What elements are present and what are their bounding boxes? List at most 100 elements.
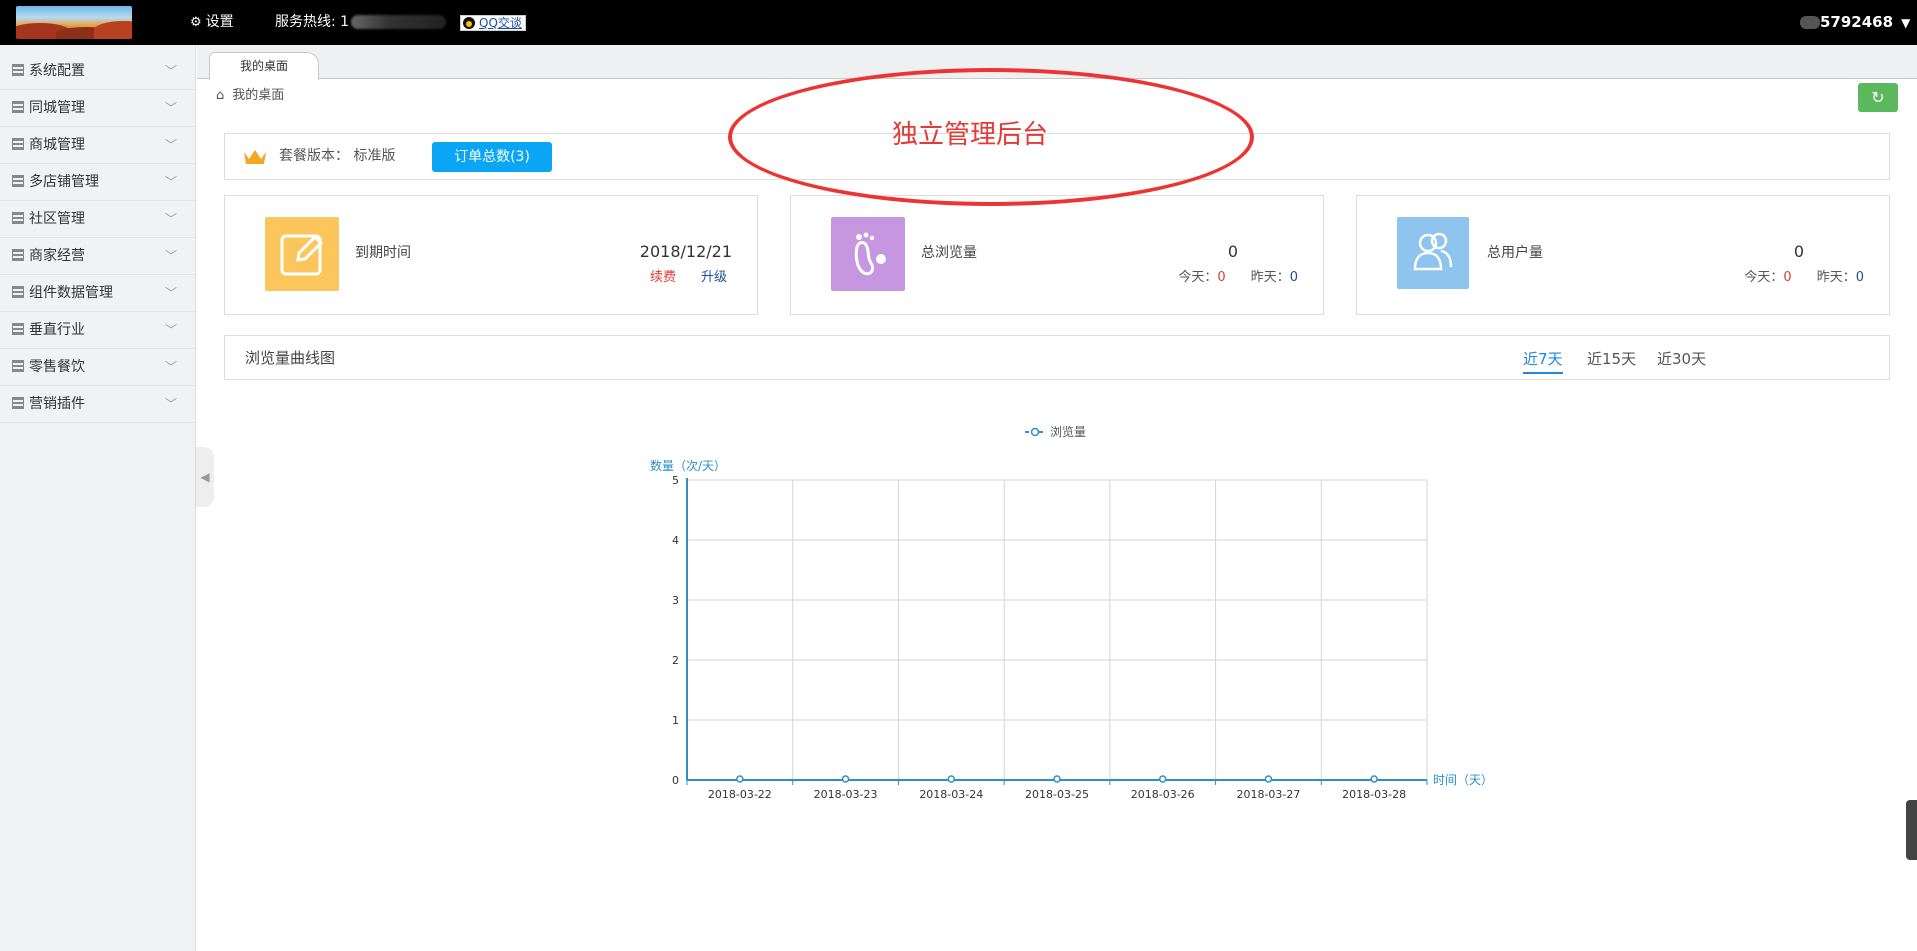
- sidebar-item[interactable]: 组件数据管理 ﹀: [0, 275, 195, 312]
- sidebar-item-label: 同城管理: [29, 100, 85, 116]
- document-icon: [12, 323, 24, 335]
- renew-link[interactable]: 续费: [650, 270, 676, 285]
- breadcrumb: ⌂ 我的桌面: [216, 85, 284, 107]
- x-tick-label: 2018-03-24: [919, 788, 983, 801]
- order-total-button[interactable]: 订单总数(3): [432, 142, 552, 172]
- document-icon: [12, 175, 24, 187]
- chevron-down-icon: ﹀: [164, 101, 177, 115]
- package-version: 套餐版本： 标准版: [279, 148, 396, 164]
- chevron-left-icon: ◀: [200, 470, 210, 484]
- qq-chat-link[interactable]: QQ交谈: [460, 15, 526, 31]
- chevron-down-icon: ﹀: [164, 286, 177, 300]
- refresh-icon: ↻: [1871, 88, 1885, 107]
- site-logo[interactable]: [16, 6, 132, 39]
- qq-penguin-icon: [463, 17, 475, 29]
- document-icon: [12, 212, 24, 224]
- legend-marker: [1030, 427, 1040, 437]
- sidebar-item-label: 多店铺管理: [29, 174, 99, 190]
- views-line-chart: 浏览量数量（次/天） 0 1 2 3 4 5 2018-03-22 2018-03-23 2018…: [650, 424, 1493, 801]
- sidebar-item[interactable]: 零售餐饮 ﹀: [0, 349, 195, 386]
- sidebar-item-label: 商城管理: [29, 137, 85, 153]
- refresh-button[interactable]: ↻: [1858, 83, 1898, 112]
- document-icon: [12, 249, 24, 261]
- chevron-down-icon: ﹀: [164, 138, 177, 152]
- card-users: 总用户量 0 今天：0 昨天：0: [1356, 195, 1890, 315]
- y-tick-label: 2: [672, 654, 679, 667]
- sidebar-item[interactable]: 社区管理 ﹀: [0, 201, 195, 238]
- data-point: [1053, 775, 1061, 783]
- y-tick-label: 1: [672, 714, 679, 727]
- card-views: 总浏览量 0 今天：0 昨天：0: [790, 195, 1324, 315]
- sidebar-item[interactable]: 营销插件 ﹀: [0, 386, 195, 423]
- chevron-down-icon: ﹀: [164, 175, 177, 189]
- service-hotline: 服务热线: 1: [275, 0, 447, 45]
- users-breakdown: 今天：0 昨天：0: [1744, 270, 1864, 285]
- sidebar: 系统配置 ﹀ 同城管理 ﹀ 商城管理 ﹀ 多店铺管理 ﹀ 社区管理 ﹀ 商家经营 ﹀ 组件数据管理 ﹀ 垂直…: [0, 45, 196, 951]
- user-menu[interactable]: 5792468 ▼: [1800, 0, 1910, 45]
- crown-icon: [244, 150, 266, 164]
- sidebar-collapse-handle[interactable]: ◀: [196, 447, 214, 507]
- y-tick-label: 4: [672, 534, 679, 547]
- redacted-phone: [351, 15, 447, 29]
- chevron-down-icon: ﹀: [164, 397, 177, 411]
- edit-icon: [265, 217, 339, 291]
- expiry-date: 2018/12/21: [639, 242, 732, 261]
- x-tick-label: 2018-03-23: [814, 788, 878, 801]
- chevron-down-icon: ﹀: [164, 249, 177, 263]
- y-axis-label: 数量（次/天）: [650, 458, 726, 473]
- upgrade-link[interactable]: 升级: [701, 270, 727, 285]
- sidebar-item-label: 社区管理: [29, 211, 85, 227]
- data-point: [1370, 775, 1378, 783]
- users-title: 总用户量: [1487, 245, 1543, 261]
- range-30-days[interactable]: 近30天: [1657, 348, 1706, 369]
- sidebar-item[interactable]: 商城管理 ﹀: [0, 127, 195, 164]
- sidebar-item-label: 商家经营: [29, 248, 85, 264]
- chart-section-title: 浏览量曲线图: [245, 349, 336, 367]
- data-point: [947, 775, 956, 783]
- data-point: [736, 775, 744, 783]
- x-tick-label: 2018-03-28: [1342, 788, 1406, 801]
- chevron-down-icon: ﹀: [164, 323, 177, 337]
- range-7-days[interactable]: 近7天: [1523, 348, 1563, 374]
- users-today: 0: [1783, 270, 1792, 285]
- card-expiry: 到期时间 2018/12/21 续费 升级: [224, 195, 758, 315]
- data-point: [841, 775, 850, 783]
- scrollbar-handle[interactable]: [1906, 800, 1917, 860]
- home-icon: ⌂: [216, 88, 225, 103]
- sidebar-item-label: 组件数据管理: [29, 285, 113, 301]
- views-today: 0: [1217, 270, 1226, 285]
- settings-link[interactable]: ⚙ 设置: [190, 0, 234, 45]
- document-icon: [12, 360, 24, 372]
- sidebar-item-label: 营销插件: [29, 396, 85, 412]
- expiry-title: 到期时间: [355, 245, 411, 261]
- sidebar-item[interactable]: 系统配置 ﹀: [0, 53, 195, 90]
- x-tick-label: 2018-03-22: [708, 788, 772, 801]
- legend-label: 浏览量: [1050, 424, 1086, 439]
- sidebar-item[interactable]: 商家经营 ﹀: [0, 238, 195, 275]
- sidebar-item-label: 垂直行业: [29, 322, 85, 338]
- chevron-down-icon: ﹀: [164, 64, 177, 78]
- users-total: 0: [1793, 242, 1804, 261]
- sidebar-item[interactable]: 多店铺管理 ﹀: [0, 164, 195, 201]
- top-bar: ⚙ 设置 服务热线: 1 QQ交谈 5792468 ▼: [0, 0, 1917, 45]
- chart-header: 浏览量曲线图 近7天 近15天 近30天: [224, 335, 1890, 380]
- footprint-icon: [831, 217, 905, 291]
- document-icon: [12, 64, 24, 76]
- x-tick-label: 2018-03-26: [1131, 788, 1195, 801]
- users-yesterday: 0: [1855, 270, 1864, 285]
- document-icon: [12, 286, 24, 298]
- x-axis-label: 时间（天）: [1433, 773, 1493, 787]
- sidebar-item[interactable]: 垂直行业 ﹀: [0, 312, 195, 349]
- data-point: [1158, 775, 1167, 783]
- views-breakdown: 今天：0 昨天：0: [1178, 270, 1298, 285]
- redacted-username: [1800, 16, 1820, 29]
- document-icon: [12, 397, 24, 409]
- gear-icon: ⚙: [190, 15, 202, 30]
- x-tick-label: 2018-03-27: [1236, 788, 1300, 801]
- range-15-days[interactable]: 近15天: [1587, 348, 1636, 369]
- views-yesterday: 0: [1289, 270, 1298, 285]
- caret-down-icon: ▼: [1901, 16, 1911, 30]
- sidebar-item[interactable]: 同城管理 ﹀: [0, 90, 195, 127]
- document-icon: [12, 138, 24, 150]
- tab-my-desktop[interactable]: 我的桌面: [209, 52, 319, 80]
